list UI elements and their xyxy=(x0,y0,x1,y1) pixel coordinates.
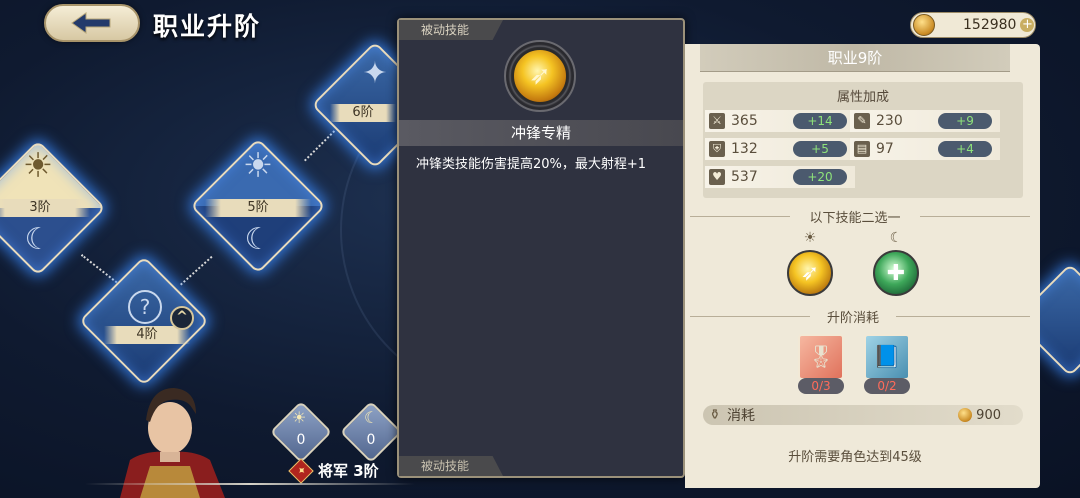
rank-text: 将军 3阶 xyxy=(318,462,379,480)
add-currency-button[interactable]: + xyxy=(1020,18,1035,32)
cost-bar: ⚱ 消耗 900 xyxy=(703,405,1023,425)
attribute-value: 132 xyxy=(731,141,758,157)
attributes-title: 属性加成 xyxy=(836,90,889,105)
skill-choice-charge[interactable]: ➶ xyxy=(787,250,833,296)
cost-amount: 900 xyxy=(976,407,1001,423)
attribute-magic: ✎ 230 +9 xyxy=(850,110,1000,132)
section-divider xyxy=(690,316,810,317)
book-item-icon[interactable]: 📘 xyxy=(864,334,910,380)
moon-icon: ☾ xyxy=(244,222,272,257)
moon-count: 0 xyxy=(366,432,376,448)
sun-icon: ☀ xyxy=(22,146,54,186)
panel-title: 职业9阶 xyxy=(700,44,1010,72)
node-label-rank6: 6阶 xyxy=(330,104,396,122)
cost-section-label: 升阶消耗 xyxy=(826,311,879,326)
sword-icon: ⚔ xyxy=(709,113,725,129)
attribute-bonus: +4 xyxy=(938,141,992,157)
currency-bar: 152980 + xyxy=(910,12,1036,38)
tree-connector xyxy=(304,130,336,162)
popup-tab: 被动技能 xyxy=(399,20,503,40)
skill-popup: 被动技能 ➶ 冲锋专精 冲锋类技能伤害提高20%，最大射程+1 被动技能 xyxy=(397,18,685,478)
charge-skill-icon: ➶ xyxy=(512,48,568,104)
choose-skill-label: 以下技能二选一 xyxy=(809,211,901,226)
coin-icon xyxy=(958,408,973,422)
level-requirement: 升阶需要角色达到45级 xyxy=(788,450,922,465)
node-label-rank5: 5阶 xyxy=(205,199,311,217)
attribute-bonus: +5 xyxy=(793,141,847,157)
item-count: 0/3 xyxy=(798,378,844,394)
attribute-value: 97 xyxy=(876,141,894,157)
page-title: 职业升阶 xyxy=(153,12,262,41)
attribute-bonus: +9 xyxy=(938,113,992,129)
moon-icon: ☾ xyxy=(889,230,903,246)
attribute-health: ♥ 537 +20 xyxy=(705,166,855,188)
rank-emblem-icon: ✦ xyxy=(288,457,314,484)
attribute-bonus: +20 xyxy=(793,169,847,185)
back-button[interactable] xyxy=(44,4,140,42)
attribute-value: 365 xyxy=(731,113,758,129)
skill-name: 冲锋专精 xyxy=(399,120,683,146)
money-bag-icon: ⚱ xyxy=(709,407,721,423)
medal-item-icon[interactable]: 🎖 xyxy=(798,334,844,380)
rank-row: ✦ 将军 3阶 xyxy=(288,457,379,484)
cost-value: 900 xyxy=(958,408,1001,423)
attribute-defense: ⛨ 132 +5 xyxy=(705,138,855,160)
popup-bottom-tab: 被动技能 xyxy=(399,456,503,476)
section-divider xyxy=(690,216,790,217)
bottom-divider xyxy=(85,483,415,485)
skill-description: 冲锋类技能伤害提高20%，最大射程+1 xyxy=(416,157,647,172)
sun-icon: ☀ xyxy=(803,230,817,246)
heart-icon: ♥ xyxy=(709,169,725,185)
item-count: 0/2 xyxy=(864,378,910,394)
skill-icon-frame: ➶ xyxy=(504,40,576,112)
sun-icon: ☀ xyxy=(292,408,307,427)
skill-choice-heal[interactable]: ✚ xyxy=(873,250,919,296)
star-compass-icon: ✦ xyxy=(362,56,388,91)
section-divider xyxy=(896,316,1030,317)
tree-connector xyxy=(180,255,213,286)
sun-icon: ☀ xyxy=(242,146,274,186)
coin-icon xyxy=(913,14,935,36)
attribute-attack: ⚔ 365 +14 xyxy=(705,110,855,132)
sun-count: 0 xyxy=(296,432,306,448)
currency-value: 152980 xyxy=(963,17,1017,33)
upgrade-arrow-icon[interactable]: ^ xyxy=(170,306,194,330)
back-arrow-icon xyxy=(71,12,111,34)
shield-icon: ⛨ xyxy=(709,141,725,157)
moon-icon: ☾ xyxy=(24,222,52,257)
attribute-bonus: +14 xyxy=(793,113,847,129)
attribute-magic-defense: ▤ 97 +4 xyxy=(850,138,1000,160)
node-label-rank3: 3阶 xyxy=(0,199,90,217)
cost-label: 消耗 xyxy=(727,408,755,424)
locked-question-icon: ? xyxy=(128,290,162,324)
character-portrait xyxy=(100,380,240,498)
attribute-value: 537 xyxy=(731,169,758,185)
moon-icon: ☾ xyxy=(364,408,379,427)
wand-icon: ✎ xyxy=(854,113,870,129)
tree-connector xyxy=(80,254,118,284)
section-divider xyxy=(920,216,1030,217)
attribute-value: 230 xyxy=(876,113,903,129)
book-icon: ▤ xyxy=(854,141,870,157)
